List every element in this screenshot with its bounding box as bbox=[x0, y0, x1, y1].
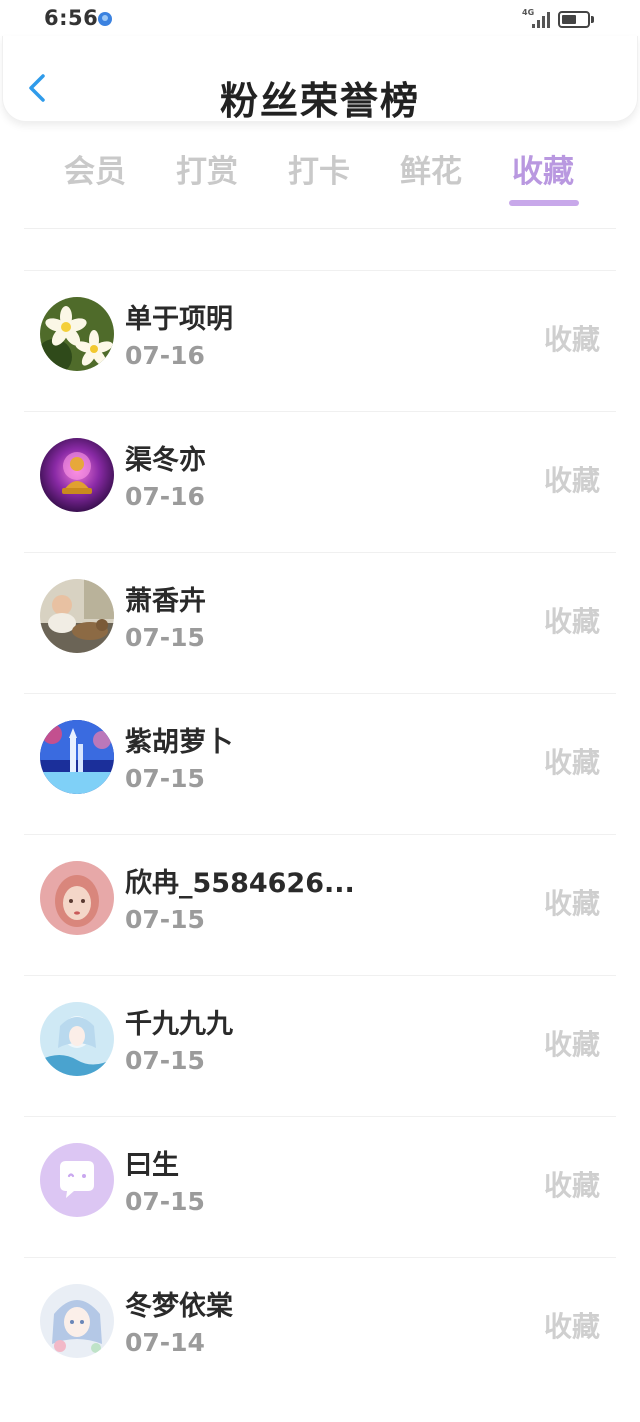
anime-girl-avatar[interactable] bbox=[40, 1284, 114, 1358]
fan-date: 07-15 bbox=[125, 623, 205, 652]
list-item[interactable]: 单于项明 07-16 收藏 bbox=[24, 270, 616, 411]
signal-icon bbox=[532, 11, 552, 28]
tab-checkin[interactable]: 打卡 bbox=[274, 146, 364, 191]
fan-name: 冬梦依棠 bbox=[125, 1291, 233, 1322]
fan-date: 07-16 bbox=[125, 482, 205, 511]
fan-date: 07-15 bbox=[125, 1046, 205, 1075]
list-item[interactable]: 萧香卉 07-15 收藏 bbox=[24, 552, 616, 693]
fan-date: 07-15 bbox=[125, 905, 205, 934]
favorite-label: 收藏 bbox=[543, 605, 600, 638]
favorite-label: 收藏 bbox=[543, 464, 600, 497]
chat-bubble-default-avatar[interactable] bbox=[40, 1143, 114, 1217]
favorite-label: 收藏 bbox=[543, 1169, 600, 1202]
page-title: 粉丝荣誉榜 bbox=[219, 79, 420, 123]
fan-name: 千九九九 bbox=[125, 1009, 233, 1040]
tab-members[interactable]: 会员 bbox=[50, 146, 140, 191]
fan-name: 渠冬亦 bbox=[125, 445, 206, 476]
list-item[interactable]: 欣冉_5584626... 07-15 收藏 bbox=[24, 834, 616, 975]
list-item[interactable]: 千九九九 07-15 收藏 bbox=[24, 975, 616, 1116]
list-item[interactable]: 渠冬亦 07-16 收藏 bbox=[24, 411, 616, 552]
golden-buddha-avatar[interactable] bbox=[40, 438, 114, 512]
list-item[interactable]: 冬梦依棠 07-14 收藏 bbox=[24, 1257, 616, 1398]
favorite-label: 收藏 bbox=[543, 1310, 600, 1343]
painted-girl-avatar[interactable] bbox=[40, 861, 114, 935]
location-icon bbox=[98, 12, 112, 26]
fan-name: 紫胡萝卜 bbox=[125, 727, 233, 758]
fan-date: 07-15 bbox=[125, 1187, 205, 1216]
divider bbox=[24, 228, 616, 229]
fan-date: 07-16 bbox=[125, 341, 205, 370]
baby-and-cat-avatar[interactable] bbox=[40, 579, 114, 653]
favorite-label: 收藏 bbox=[543, 323, 600, 356]
fantasy-castle-avatar[interactable] bbox=[40, 720, 114, 794]
battery-tip bbox=[591, 16, 594, 23]
fan-list: 单于项明 07-16 收藏 渠冬亦 07-16 收藏 萧香卉 07-15 收藏 … bbox=[24, 270, 616, 1398]
fan-date: 07-14 bbox=[125, 1328, 205, 1357]
active-tab-indicator bbox=[509, 200, 579, 206]
fan-name: 欣冉_5584626... bbox=[125, 868, 355, 899]
favorite-label: 收藏 bbox=[543, 887, 600, 920]
fan-date: 07-15 bbox=[125, 764, 205, 793]
list-item[interactable]: 曰生 07-15 收藏 bbox=[24, 1116, 616, 1257]
status-time: 6:56 bbox=[44, 6, 99, 30]
list-item[interactable]: 紫胡萝卜 07-15 收藏 bbox=[24, 693, 616, 834]
favorite-label: 收藏 bbox=[543, 1028, 600, 1061]
fan-name: 曰生 bbox=[125, 1150, 179, 1181]
battery-icon bbox=[558, 11, 590, 28]
tab-favorites[interactable]: 收藏 bbox=[498, 146, 588, 191]
anime-mermaid-avatar[interactable] bbox=[40, 1002, 114, 1076]
favorite-label: 收藏 bbox=[543, 746, 600, 779]
frangipani-flower-avatar[interactable] bbox=[40, 297, 114, 371]
fan-name: 单于项明 bbox=[125, 304, 233, 335]
status-bar: 6:56 4G bbox=[0, 0, 640, 40]
fan-name: 萧香卉 bbox=[125, 586, 206, 617]
tab-rewards[interactable]: 打赏 bbox=[162, 146, 252, 191]
tab-flowers[interactable]: 鲜花 bbox=[386, 146, 476, 191]
